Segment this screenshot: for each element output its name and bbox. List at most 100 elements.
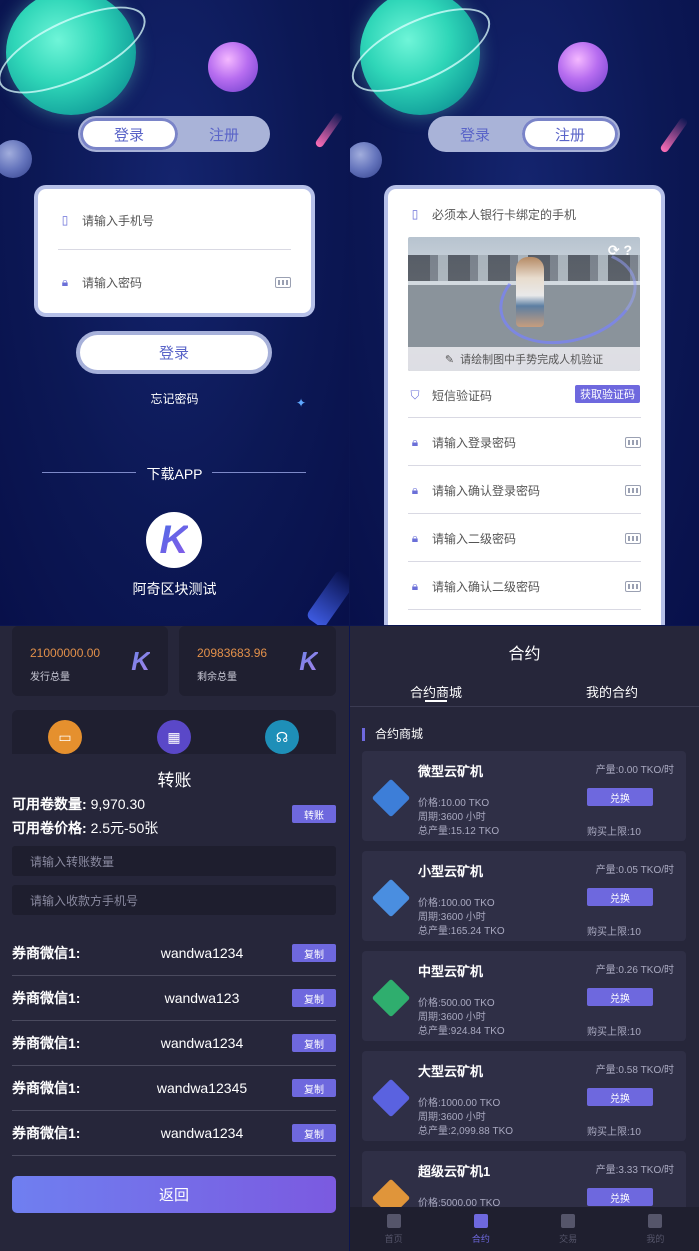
miner-rate: 产量:0.58 TKO/时 — [595, 1065, 674, 1076]
keyboard-icon[interactable] — [625, 580, 641, 592]
miner-name: 大型云矿机 — [418, 1064, 484, 1079]
miner-rate: 产量:0.26 TKO/时 — [595, 965, 674, 976]
copy-button[interactable]: 复制 — [292, 1034, 336, 1052]
available-qty-label: 可用卷数量: — [12, 796, 87, 812]
headset-icon[interactable]: ☊ — [265, 720, 299, 754]
tab-register[interactable]: 注册 — [178, 118, 270, 150]
copy-button[interactable]: 复制 — [292, 1124, 336, 1142]
miner-rate: 产量:0.05 TKO/时 — [595, 865, 674, 876]
app-name: 阿奇区块测试 — [132, 581, 217, 597]
token-logo-icon: K — [131, 646, 150, 676]
app-logo[interactable]: K — [146, 512, 202, 568]
remaining-total-label: 剩余总量 — [197, 672, 237, 683]
exchange-button[interactable]: 兑换 — [587, 788, 653, 806]
tab-mine-label: 我的 — [646, 1233, 665, 1244]
divider — [408, 465, 641, 466]
confirm-secondary-password-field[interactable]: 🔒︎ 请输入确认二级密码 — [408, 577, 641, 595]
miner-limit: 购买上限:10 — [587, 827, 641, 838]
confirm-secondary-password-placeholder: 请输入确认二级密码 — [432, 579, 541, 594]
login-screen: ✦ 登录 注册 ▯ 请输入手机号 🔒︎ 请输入密码 登录 忘记密码 下载APP … — [0, 0, 349, 625]
keyboard-icon[interactable] — [625, 436, 641, 448]
available-price: 可用卷价格: 2.5元-50张 — [12, 818, 158, 838]
miner-rate: 产量:3.33 TKO/时 — [595, 1165, 674, 1176]
lock-icon: 🔒︎ — [411, 482, 419, 497]
pencil-icon: ✎ — [444, 353, 455, 366]
confirm-login-password-field[interactable]: 🔒︎ 请输入确认登录密码 — [408, 481, 641, 499]
comet-illustration — [659, 116, 689, 154]
tab-my-contracts[interactable]: 我的合约 — [586, 682, 638, 701]
small-moon-illustration — [350, 142, 382, 178]
forgot-password-link[interactable]: 忘记密码 — [0, 390, 349, 407]
exchange-button[interactable]: 兑换 — [587, 1188, 653, 1206]
copy-button[interactable]: 复制 — [292, 1079, 336, 1097]
login-button[interactable]: 登录 — [80, 335, 268, 370]
tab-contract[interactable]: 合约 — [437, 1207, 524, 1251]
remaining-total-card: 20983683.96 剩余总量 K — [179, 626, 336, 696]
cloud-miner-icon — [371, 1078, 411, 1118]
miner-card: 大型云矿机 产量:0.58 TKO/时 价格:1000.00 TKO 周期:36… — [362, 1051, 686, 1141]
amount-input[interactable]: 请输入转账数量 — [12, 846, 336, 876]
copy-button[interactable]: 复制 — [292, 989, 336, 1007]
wechat-row: 券商微信1: wandwa1234 复制 — [12, 931, 336, 976]
phone-icon: ▯ — [61, 213, 69, 227]
wechat-value: wandwa123 — [164, 990, 240, 1006]
transfer-modal: 转账 可用卷数量: 9,970.30 可用卷价格: 2.5元-50张 转账 请输… — [0, 754, 349, 1251]
wallet-icon[interactable]: ▭ — [48, 720, 82, 754]
contract-screen: 合约 合约商城 我的合约 合约商城 微型云矿机 产量:0.00 TKO/时 价格… — [350, 626, 699, 1251]
secondary-password-field[interactable]: 🔒︎ 请输入二级密码 — [408, 529, 641, 547]
divider — [408, 513, 641, 514]
tab-login[interactable]: 登录 — [80, 118, 178, 150]
miner-total: 总产量:165.24 TKO — [418, 926, 505, 937]
miner-total: 总产量:2,099.88 TKO — [418, 1126, 514, 1137]
confirm-login-password-placeholder: 请输入确认登录密码 — [432, 483, 541, 498]
miner-period: 周期:3600 小时 — [418, 812, 486, 823]
planet-illustration — [0, 0, 158, 115]
back-button[interactable]: 返回 — [12, 1176, 336, 1213]
login-password-placeholder: 请输入登录密码 — [432, 435, 517, 450]
tab-login[interactable]: 登录 — [428, 118, 522, 150]
refresh-help-icons[interactable]: ⟳ ? — [608, 242, 632, 259]
auth-toggle: 登录 注册 — [78, 116, 270, 152]
captcha-image[interactable]: ⟳ ? ✎ 请绘制图中手势完成人机验证 — [408, 237, 640, 371]
tab-contract-mall[interactable]: 合约商城 — [410, 682, 462, 701]
divider — [212, 472, 306, 473]
wechat-row: 券商微信1: wandwa123 复制 — [12, 976, 336, 1021]
keyboard-icon[interactable] — [625, 532, 641, 544]
exchange-button[interactable]: 兑换 — [587, 988, 653, 1006]
moon-illustration — [558, 42, 608, 92]
wechat-label: 券商微信1: — [12, 1035, 81, 1051]
keyboard-icon[interactable] — [275, 276, 291, 288]
contract-icon — [473, 1213, 488, 1228]
miner-rate: 产量:0.00 TKO/时 — [595, 765, 674, 776]
captcha-hint-text: 请绘制图中手势完成人机验证 — [460, 354, 604, 366]
phone-placeholder: 请输入手机号 — [82, 213, 155, 228]
phone-field[interactable]: ▯ 请输入手机号 — [58, 211, 291, 229]
tab-home[interactable]: 首页 — [350, 1207, 437, 1251]
password-field[interactable]: 🔒︎ 请输入密码 — [58, 273, 291, 291]
qr-code-icon[interactable]: ▦ — [157, 720, 191, 754]
miner-limit: 购买上限:10 — [587, 1027, 641, 1038]
miner-name: 微型云矿机 — [418, 764, 484, 779]
get-code-button[interactable]: 获取验证码 — [575, 385, 640, 403]
recipient-phone-input[interactable]: 请输入收款方手机号 — [12, 885, 336, 915]
keyboard-icon[interactable] — [625, 484, 641, 496]
phone-field[interactable]: ▯ 必须本人银行卡绑定的手机 — [408, 205, 641, 223]
exchange-button[interactable]: 兑换 — [587, 1088, 653, 1106]
transfer-button[interactable]: 转账 — [292, 805, 336, 823]
divider — [58, 249, 291, 250]
lock-icon: 🔒︎ — [411, 530, 419, 545]
login-password-field[interactable]: 🔒︎ 请输入登录密码 — [408, 433, 641, 451]
tab-trade-label: 交易 — [559, 1233, 578, 1244]
password-placeholder: 请输入密码 — [82, 275, 143, 290]
tab-mine[interactable]: 我的 — [612, 1207, 699, 1251]
trade-icon — [561, 1213, 576, 1228]
tab-register[interactable]: 注册 — [522, 118, 618, 150]
register-screen: 登录 注册 ▯ 必须本人银行卡绑定的手机 ⟳ ? ✎ 请绘制图中手势完成人机验证… — [350, 0, 699, 625]
captcha-hint: ✎ 请绘制图中手势完成人机验证 — [408, 347, 640, 371]
tab-trade[interactable]: 交易 — [525, 1207, 612, 1251]
copy-button[interactable]: 复制 — [292, 944, 336, 962]
exchange-button[interactable]: 兑换 — [587, 888, 653, 906]
miner-price: 价格:10.00 TKO — [418, 798, 490, 809]
miner-period: 周期:3600 小时 — [418, 1012, 486, 1023]
planet-illustration — [350, 0, 502, 115]
